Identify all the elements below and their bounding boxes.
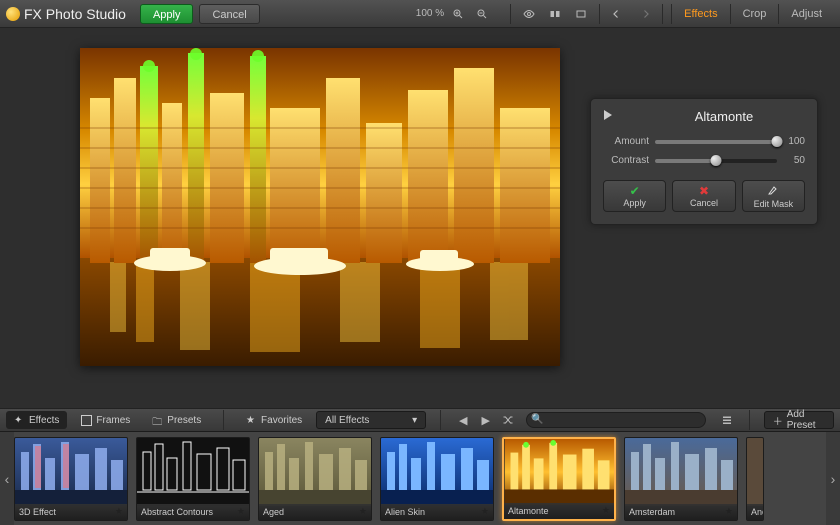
favorite-star-icon[interactable]: ★ (359, 506, 367, 517)
panel-play-icon[interactable] (603, 110, 613, 123)
contrast-label: Contrast (603, 155, 649, 166)
fullscreen-icon[interactable] (571, 5, 591, 23)
slider-amount[interactable]: Amount 100 (603, 136, 805, 147)
thumb-abstract-contours[interactable]: Abstract Contours ★ (136, 437, 250, 521)
thumb-altamonte[interactable]: Altamonte ★ (502, 437, 616, 521)
shuffle-icon[interactable] (500, 411, 516, 429)
amount-value: 100 (783, 136, 805, 147)
app-name: FX Photo Studio (24, 6, 126, 22)
strip-next-icon[interactable]: ▶ (477, 411, 493, 429)
app-title: FX Photo Studio (6, 6, 126, 22)
thumb-aged[interactable]: Aged ★ (258, 437, 372, 521)
favorite-star-icon[interactable]: ★ (725, 506, 733, 517)
chevron-down-icon: ▾ (412, 415, 417, 426)
slider-contrast[interactable]: Contrast 50 (603, 155, 805, 166)
thumb-label: Aged (263, 507, 284, 517)
favorite-star-icon[interactable]: ★ (481, 506, 489, 517)
zoom-in-icon[interactable] (448, 5, 468, 23)
thumb-label: 3D Effect (19, 507, 56, 517)
thumb-3d-effect[interactable]: 3D Effect ★ (14, 437, 128, 521)
thumb-label: Altamonte (508, 506, 549, 516)
strip-prev-icon[interactable]: ◀ (455, 411, 471, 429)
favorite-star-icon[interactable]: ★ (237, 506, 245, 517)
redo-icon[interactable] (634, 5, 654, 23)
preview-eye-icon[interactable] (519, 5, 539, 23)
btab-effects[interactable]: ✦Effects (6, 411, 67, 429)
thumb-label: Amsterdam (629, 507, 675, 517)
search-icon: 🔍 (531, 414, 543, 425)
workspace: Altamonte Amount 100 Contrast 50 ✔Apply … (0, 28, 840, 408)
effect-title: Altamonte (643, 109, 805, 124)
thumb-amsterdam[interactable]: Amsterdam ★ (624, 437, 738, 521)
thumb-alien-skin[interactable]: Alien Skin ★ (380, 437, 494, 521)
amount-label: Amount (603, 136, 649, 147)
add-preset-button[interactable]: ＋Add Preset (764, 411, 834, 429)
strip-scroll-left[interactable]: ‹ (0, 432, 14, 525)
cancel-button[interactable]: Cancel (199, 4, 259, 24)
sparkle-icon: ✦ (14, 415, 25, 426)
frame-icon (81, 415, 92, 426)
strip-scroll-right[interactable]: › (826, 432, 840, 525)
panel-apply-button[interactable]: ✔Apply (603, 180, 666, 212)
favorite-star-icon[interactable]: ★ (602, 505, 610, 516)
tab-effects[interactable]: Effects (671, 4, 729, 24)
tab-crop[interactable]: Crop (730, 4, 779, 24)
btab-frames[interactable]: Frames (73, 411, 138, 429)
list-view-icon[interactable] (718, 411, 734, 429)
undo-icon[interactable] (608, 5, 628, 23)
folder-icon: 🗀 (152, 415, 163, 426)
effect-panel: Altamonte Amount 100 Contrast 50 ✔Apply … (590, 98, 818, 225)
thumb-partial[interactable]: Anc (746, 437, 764, 521)
plus-icon: ＋ (773, 413, 783, 428)
search-input[interactable]: 🔍 (526, 412, 706, 428)
effects-strip: ‹ 3D Effect ★ Abstract Contours ★ Aged ★ Al… (0, 432, 840, 525)
contrast-value: 50 (783, 155, 805, 166)
thumb-label: Abstract Contours (141, 507, 213, 517)
image-canvas[interactable] (80, 48, 560, 366)
mode-tabs: Effects Crop Adjust (671, 4, 834, 24)
thumb-label: Alien Skin (385, 507, 425, 517)
zoom-controls: 100 % (416, 5, 492, 23)
category-dropdown[interactable]: All Effects▾ (316, 411, 426, 429)
btab-favorites[interactable]: ★Favorites (238, 411, 310, 429)
bottom-bar: ✦Effects Frames 🗀Presets ★Favorites All … (0, 408, 840, 432)
btab-presets[interactable]: 🗀Presets (144, 411, 209, 429)
app-logo-icon (6, 7, 20, 21)
zoom-level: 100 % (416, 8, 444, 19)
compare-view-icon[interactable] (545, 5, 565, 23)
tab-adjust[interactable]: Adjust (778, 4, 834, 24)
top-toolbar: FX Photo Studio Apply Cancel 100 % Effec… (0, 0, 840, 28)
favorite-star-icon[interactable]: ★ (115, 506, 123, 517)
apply-button[interactable]: Apply (140, 4, 194, 24)
panel-editmask-button[interactable]: Edit Mask (742, 180, 805, 212)
zoom-out-icon[interactable] (472, 5, 492, 23)
thumb-label: Anc (751, 507, 764, 517)
panel-cancel-button[interactable]: ✖Cancel (672, 180, 735, 212)
star-icon: ★ (246, 415, 257, 426)
